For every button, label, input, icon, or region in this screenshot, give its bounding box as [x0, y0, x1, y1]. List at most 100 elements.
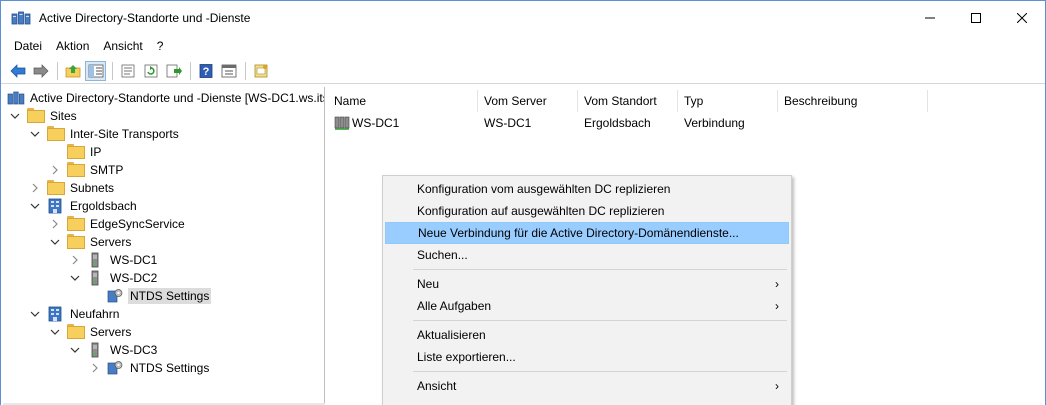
menu-item-label: Konfiguration vom ausgewählten DC repliz… [417, 182, 671, 196]
menu-item-export-list[interactable]: Liste exportieren... [385, 346, 789, 368]
tree-item-subnets[interactable]: Subnets [29, 179, 116, 197]
tree-item-sites[interactable]: Sites [9, 107, 79, 125]
menu-item-view[interactable]: Ansicht › [385, 375, 789, 397]
menu-item-label: Liste exportieren... [417, 350, 516, 364]
forward-button[interactable] [30, 61, 51, 81]
chevron-down-icon[interactable] [29, 200, 41, 212]
export-list-button[interactable] [163, 61, 184, 81]
menu-item-label: Aktualisieren [417, 328, 486, 342]
properties-button[interactable] [117, 61, 138, 81]
tree-item-edgesyncservice[interactable]: EdgeSyncService [49, 215, 187, 233]
menu-ansicht[interactable]: Ansicht [96, 39, 149, 53]
chevron-down-icon[interactable] [69, 272, 81, 284]
up-folder-icon [65, 64, 80, 77]
table-row[interactable]: WS-DC1 WS-DC1 Ergoldsbach Verbindung [328, 113, 928, 133]
tree-item-label: Ergoldsbach [70, 199, 137, 213]
site-icon [47, 198, 63, 214]
new-connection-button[interactable] [250, 61, 271, 81]
window-controls [907, 1, 1045, 34]
chevron-right-icon[interactable] [29, 182, 41, 194]
chevron-down-icon[interactable] [49, 236, 61, 248]
title-bar[interactable]: Active Directory-Standorte und -Dienste [1, 1, 1045, 34]
menu-item-refresh[interactable]: Aktualisieren [385, 324, 789, 346]
help-button[interactable]: ? [195, 61, 216, 81]
menu-item-replicate-from-dc[interactable]: Konfiguration vom ausgewählten DC repliz… [385, 178, 789, 200]
chevron-right-icon[interactable] [89, 362, 101, 374]
chevron-down-icon[interactable] [9, 110, 21, 122]
tree-item-label: EdgeSyncService [90, 217, 185, 231]
menu-help[interactable]: ? [150, 39, 171, 53]
tree-item-ergoldsbach[interactable]: Ergoldsbach [29, 197, 139, 215]
maximize-button[interactable] [953, 1, 999, 34]
refresh-icon [144, 64, 157, 77]
folder-icon [67, 162, 83, 178]
chevron-down-icon[interactable] [29, 308, 41, 320]
tree-item-smtp[interactable]: SMTP [49, 161, 125, 179]
window-title: Active Directory-Standorte und -Dienste [39, 10, 251, 25]
tree-item-ws-dc3[interactable]: WS-DC3 [69, 341, 159, 359]
menu-aktion[interactable]: Aktion [49, 39, 96, 53]
folder-icon [67, 144, 83, 160]
chevron-down-icon[interactable] [49, 326, 61, 338]
tree-item-ntds-settings-dc3[interactable]: NTDS Settings [89, 359, 211, 377]
tree-item-ip[interactable]: IP [49, 143, 103, 161]
menu-item-new[interactable]: Neu › [385, 273, 789, 295]
chevron-right-icon[interactable] [49, 218, 61, 230]
context-menu: Konfiguration vom ausgewählten DC repliz… [382, 175, 792, 405]
menu-datei[interactable]: Datei [7, 39, 49, 53]
tree-item-ws-dc1[interactable]: WS-DC1 [69, 251, 159, 269]
chevron-right-icon[interactable] [69, 254, 81, 266]
tree-item-label: Servers [90, 235, 132, 249]
column-header-from-site[interactable]: Vom Standort [578, 90, 678, 112]
site-icon [47, 306, 63, 322]
tree-item-label: WS-DC3 [110, 343, 158, 357]
maximize-icon [971, 12, 981, 23]
menu-item-label: Ansicht [417, 379, 457, 393]
menu-item-replicate-to-dc[interactable]: Konfiguration auf ausgewählten DC repliz… [385, 200, 789, 222]
cell-type: Verbindung [684, 116, 745, 130]
cell-name: WS-DC1 [328, 115, 478, 131]
column-header-description[interactable]: Beschreibung [778, 90, 928, 112]
tree-item-ntds-settings-selected[interactable]: NTDS Settings [89, 287, 212, 305]
refresh-button[interactable] [140, 61, 161, 81]
folder-icon [67, 234, 83, 250]
menu-item-all-tasks[interactable]: Alle Aufgaben › [385, 295, 789, 317]
tree-item-inter-site-transports[interactable]: Inter-Site Transports [29, 125, 181, 143]
tree-item-servers-neufahrn[interactable]: Servers [49, 323, 133, 341]
folder-icon [67, 216, 83, 232]
view-pane-button[interactable] [218, 61, 239, 81]
chevron-placeholder [89, 290, 101, 302]
menu-item-new-connection[interactable]: Neue Verbindung für die Active Directory… [385, 222, 789, 244]
menu-bar: Datei Aktion Ansicht ? [1, 35, 1045, 57]
new-connection-icon [254, 64, 267, 77]
menu-separator [413, 371, 787, 372]
menu-item-search[interactable]: Suchen... [385, 244, 789, 266]
chevron-right-icon[interactable] [49, 164, 61, 176]
submenu-arrow-icon: › [775, 277, 779, 291]
column-header-name[interactable]: Name [328, 90, 478, 112]
tree-item-label: Inter-Site Transports [70, 127, 179, 141]
minimize-button[interactable] [907, 1, 953, 34]
tree-root[interactable]: Active Directory-Standorte und -Dienste … [7, 89, 324, 107]
connection-icon [334, 115, 350, 131]
console-tree[interactable]: Active Directory-Standorte und -Dienste … [3, 87, 325, 405]
chevron-down-icon[interactable] [29, 128, 41, 140]
view-pane-icon [221, 64, 236, 77]
menu-separator [413, 320, 787, 321]
show-tree-button[interactable] [85, 60, 106, 81]
up-folder-button[interactable] [62, 61, 83, 81]
column-header-type[interactable]: Typ [678, 90, 778, 112]
menu-item-label: Alle Aufgaben [417, 299, 492, 313]
column-header-from-server[interactable]: Vom Server [478, 90, 578, 112]
folder-icon [47, 126, 63, 142]
menu-item-label: Neue Verbindung für die Active Directory… [418, 226, 739, 240]
close-button[interactable] [999, 1, 1045, 34]
tree-item-servers[interactable]: Servers [49, 233, 133, 251]
tree-item-ws-dc2[interactable]: WS-DC2 [69, 269, 159, 287]
back-button[interactable] [7, 61, 28, 81]
chevron-down-icon[interactable] [69, 344, 81, 356]
tree-pane-icon [88, 64, 103, 77]
tree-item-neufahrn[interactable]: Neufahrn [29, 305, 121, 323]
mmc-window: Active Directory-Standorte und -Dienste … [0, 0, 1046, 405]
close-icon [1017, 12, 1027, 23]
